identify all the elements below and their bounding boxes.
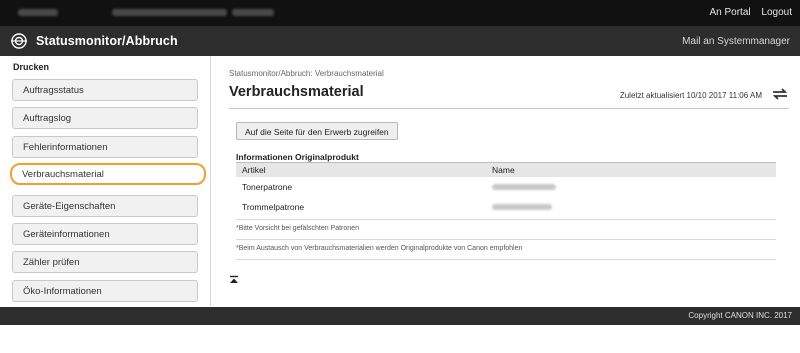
sidebar-item-geraeteinformationen[interactable]: Geräteinformationen: [12, 223, 198, 245]
blurred-product-name: [492, 204, 552, 211]
blurred-device-info: [112, 9, 227, 16]
row-divider: [236, 239, 776, 240]
table-header-row: Artikel Name: [236, 163, 776, 177]
scroll-to-top-icon[interactable]: [229, 275, 239, 285]
portal-link[interactable]: An Portal: [709, 7, 750, 18]
note-counterfeit: *Bitte Vorsicht bei gefälschten Patronen: [236, 225, 359, 232]
cell-artikel: Tonerpatrone: [236, 177, 486, 197]
row-divider: [236, 259, 776, 260]
copyright-text: Copyright CANON INC. 2017: [688, 311, 792, 320]
column-header-artikel: Artikel: [236, 163, 486, 177]
section-title: Informationen Originalprodukt: [236, 152, 359, 162]
last-updated-text: Zuletzt aktualisiert 10/10 2017 11:06 AM: [619, 91, 762, 100]
cell-name-blurred: [486, 196, 776, 217]
title-divider: [229, 108, 789, 109]
refresh-icon[interactable]: [770, 85, 790, 103]
sidebar-item-oeko-informationen[interactable]: Öko-Informationen: [12, 280, 198, 302]
note-original: *Beim Austausch von Verbrauchsmaterialie…: [236, 245, 523, 252]
footer-bar: Copyright CANON INC. 2017: [0, 307, 800, 325]
sidebar-heading: Drucken: [13, 62, 50, 72]
table-row: Trommelpatrone: [236, 196, 776, 217]
sidebar-item-auftragslog[interactable]: Auftragslog: [12, 107, 198, 129]
blurred-product-name: [492, 184, 556, 191]
blurred-device-id: [232, 9, 274, 16]
row-divider: [236, 219, 776, 220]
consumables-table: Artikel Name Tonerpatrone Trommelpatrone: [236, 163, 776, 217]
app-title: Statusmonitor/Abbruch: [36, 34, 178, 48]
title-bar: Statusmonitor/Abbruch Mail an Systemmana…: [0, 26, 800, 56]
blurred-device-name: [18, 9, 58, 16]
main-content: Statusmonitor/Abbruch: Verbrauchsmateria…: [218, 56, 800, 306]
footer-blank: [0, 325, 800, 353]
top-links: An Portal Logout: [701, 7, 792, 18]
table-row: Tonerpatrone: [236, 177, 776, 197]
sidebar: Drucken Auftragsstatus Auftragslog Fehle…: [0, 56, 211, 306]
sidebar-item-fehlerinformationen[interactable]: Fehlerinformationen: [12, 136, 198, 158]
logout-link[interactable]: Logout: [761, 7, 792, 18]
sidebar-item-auftragsstatus[interactable]: Auftragsstatus: [12, 79, 198, 101]
column-header-name: Name: [486, 163, 776, 177]
target-icon: [11, 33, 27, 49]
cell-name-blurred: [486, 177, 776, 197]
sidebar-item-geraete-eigenschaften[interactable]: Geräte-Eigenschaften: [12, 195, 198, 217]
sidebar-item-verbrauchsmaterial[interactable]: Verbrauchsmaterial: [10, 163, 206, 185]
breadcrumb: Statusmonitor/Abbruch: Verbrauchsmateria…: [229, 69, 384, 78]
sidebar-item-zaehler-pruefen[interactable]: Zähler prüfen: [12, 251, 198, 273]
mail-admin-link[interactable]: Mail an Systemmanager: [682, 36, 790, 47]
buy-page-button[interactable]: Auf die Seite für den Erwerb zugreifen: [236, 122, 398, 140]
page-title: Verbrauchsmaterial: [229, 84, 364, 100]
cell-artikel: Trommelpatrone: [236, 196, 486, 217]
top-header-bar: An Portal Logout: [0, 0, 800, 26]
